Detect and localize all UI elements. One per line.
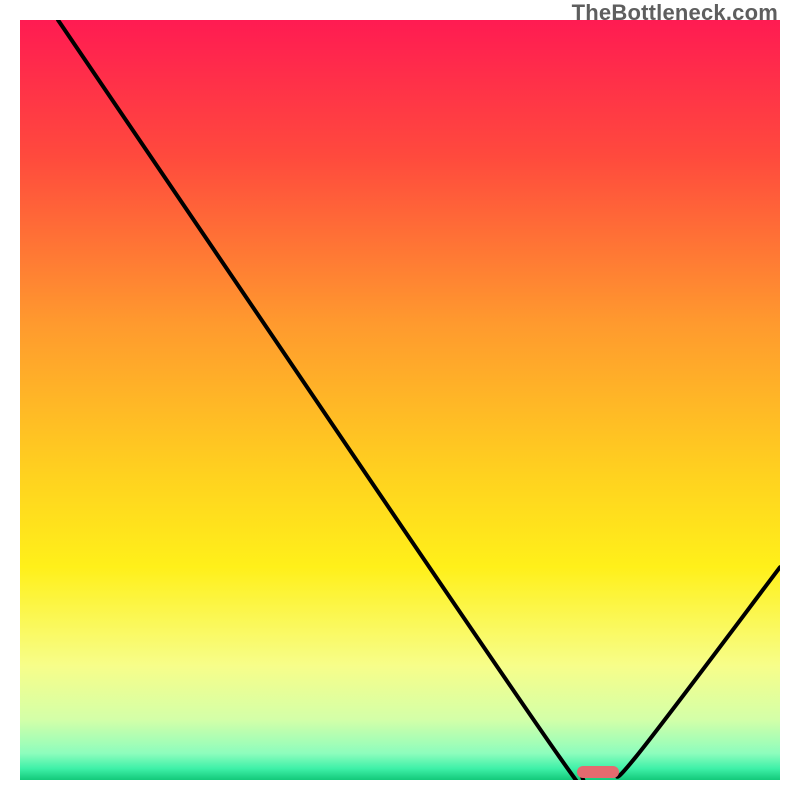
bottleneck-curve [58,20,780,780]
optimal-marker [577,766,619,778]
plot-area [20,20,780,780]
chart-canvas: TheBottleneck.com [0,0,800,800]
watermark-text: TheBottleneck.com [572,0,778,26]
curve-layer [20,20,780,780]
